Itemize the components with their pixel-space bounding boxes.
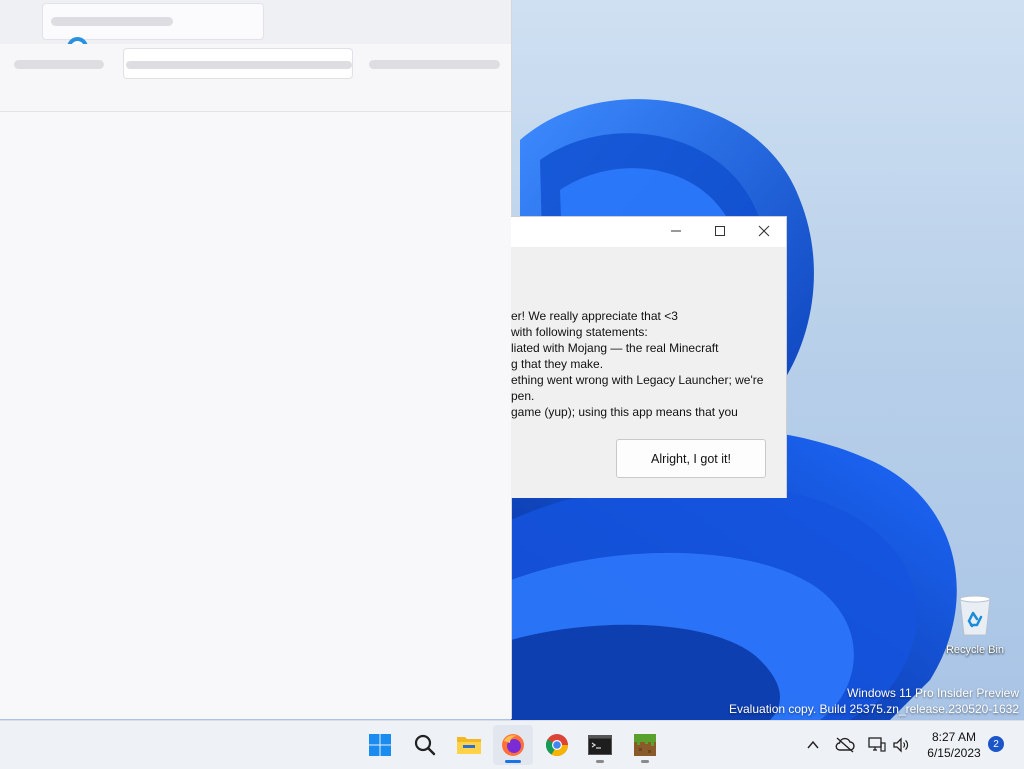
address-bar[interactable] xyxy=(123,48,353,79)
close-button[interactable] xyxy=(742,217,786,245)
toolbar-placeholder-left xyxy=(14,60,104,69)
network-icon xyxy=(868,737,886,752)
maximize-icon xyxy=(715,226,725,236)
dialog-text-line: ething went wrong with Legacy Launcher; … xyxy=(511,373,764,387)
terminal-icon xyxy=(588,735,612,755)
taskbar: 8:27 AM 6/15/2023 2 xyxy=(0,720,1024,769)
tab-title-placeholder xyxy=(51,17,173,26)
windows-logo-icon xyxy=(369,734,391,756)
dialog-text-line: game (yup); using this app means that yo… xyxy=(511,405,738,419)
system-clock[interactable]: 8:27 AM 6/15/2023 xyxy=(918,729,990,761)
minimize-button[interactable] xyxy=(654,217,698,245)
search-icon xyxy=(414,734,436,756)
watermark-edition: Windows 11 Pro Insider Preview xyxy=(847,686,1019,700)
start-button[interactable] xyxy=(360,725,400,765)
minimize-icon xyxy=(671,230,681,232)
close-icon xyxy=(758,225,770,237)
dialog-text-line: er! We really appreciate that <3 xyxy=(511,309,678,323)
search-button[interactable] xyxy=(405,725,445,765)
confirm-button[interactable]: Alright, I got it! xyxy=(616,439,766,478)
cloud-off-icon xyxy=(835,737,855,753)
onedrive-status-button[interactable] xyxy=(832,721,858,769)
browser-window xyxy=(0,0,512,719)
dialog-titlebar xyxy=(511,217,786,247)
notification-badge[interactable]: 2 xyxy=(988,736,1004,752)
speaker-icon xyxy=(893,737,909,753)
show-hidden-icons-button[interactable] xyxy=(802,721,824,769)
clock-time: 8:27 AM xyxy=(931,730,977,744)
active-app-indicator xyxy=(505,760,521,763)
chrome-button[interactable] xyxy=(537,725,577,765)
grass-block-icon xyxy=(634,734,656,756)
watermark-build: Evaluation copy. Build 25375.zn_release.… xyxy=(729,702,1019,716)
firefox-icon xyxy=(502,734,524,756)
file-explorer-button[interactable] xyxy=(449,725,489,765)
build-watermark: Windows 11 Pro Insider Preview Evaluatio… xyxy=(729,685,1019,717)
chevron-up-icon xyxy=(807,740,819,749)
terminal-button[interactable] xyxy=(580,725,620,765)
tab-placeholder[interactable] xyxy=(42,3,264,40)
dialog-text-line: with following statements: xyxy=(511,325,648,339)
folder-icon xyxy=(457,737,481,754)
network-button[interactable] xyxy=(865,721,889,769)
clock-date: 6/15/2023 xyxy=(927,746,981,760)
address-placeholder xyxy=(126,61,352,69)
chrome-icon xyxy=(546,734,568,756)
volume-button[interactable] xyxy=(890,721,912,769)
minecraft-launcher-button[interactable] xyxy=(625,725,665,765)
firefox-button[interactable] xyxy=(493,725,533,765)
recycle-bin-icon xyxy=(959,595,991,636)
dialog-text-line: pen. xyxy=(511,389,535,403)
recycle-bin-label: Recycle Bin xyxy=(945,644,1005,656)
running-app-indicator xyxy=(596,760,604,763)
dialog-text-line: g that they make. xyxy=(511,357,604,371)
recycle-bin-shortcut[interactable]: Recycle Bin xyxy=(940,593,1010,656)
toolbar-placeholder-right xyxy=(369,60,500,69)
running-app-indicator xyxy=(641,760,649,763)
launcher-dialog: er! We really appreciate that <3 with fo… xyxy=(511,216,787,498)
dialog-text-line: liated with Mojang — the real Minecraft xyxy=(511,341,719,355)
maximize-button[interactable] xyxy=(698,217,742,245)
